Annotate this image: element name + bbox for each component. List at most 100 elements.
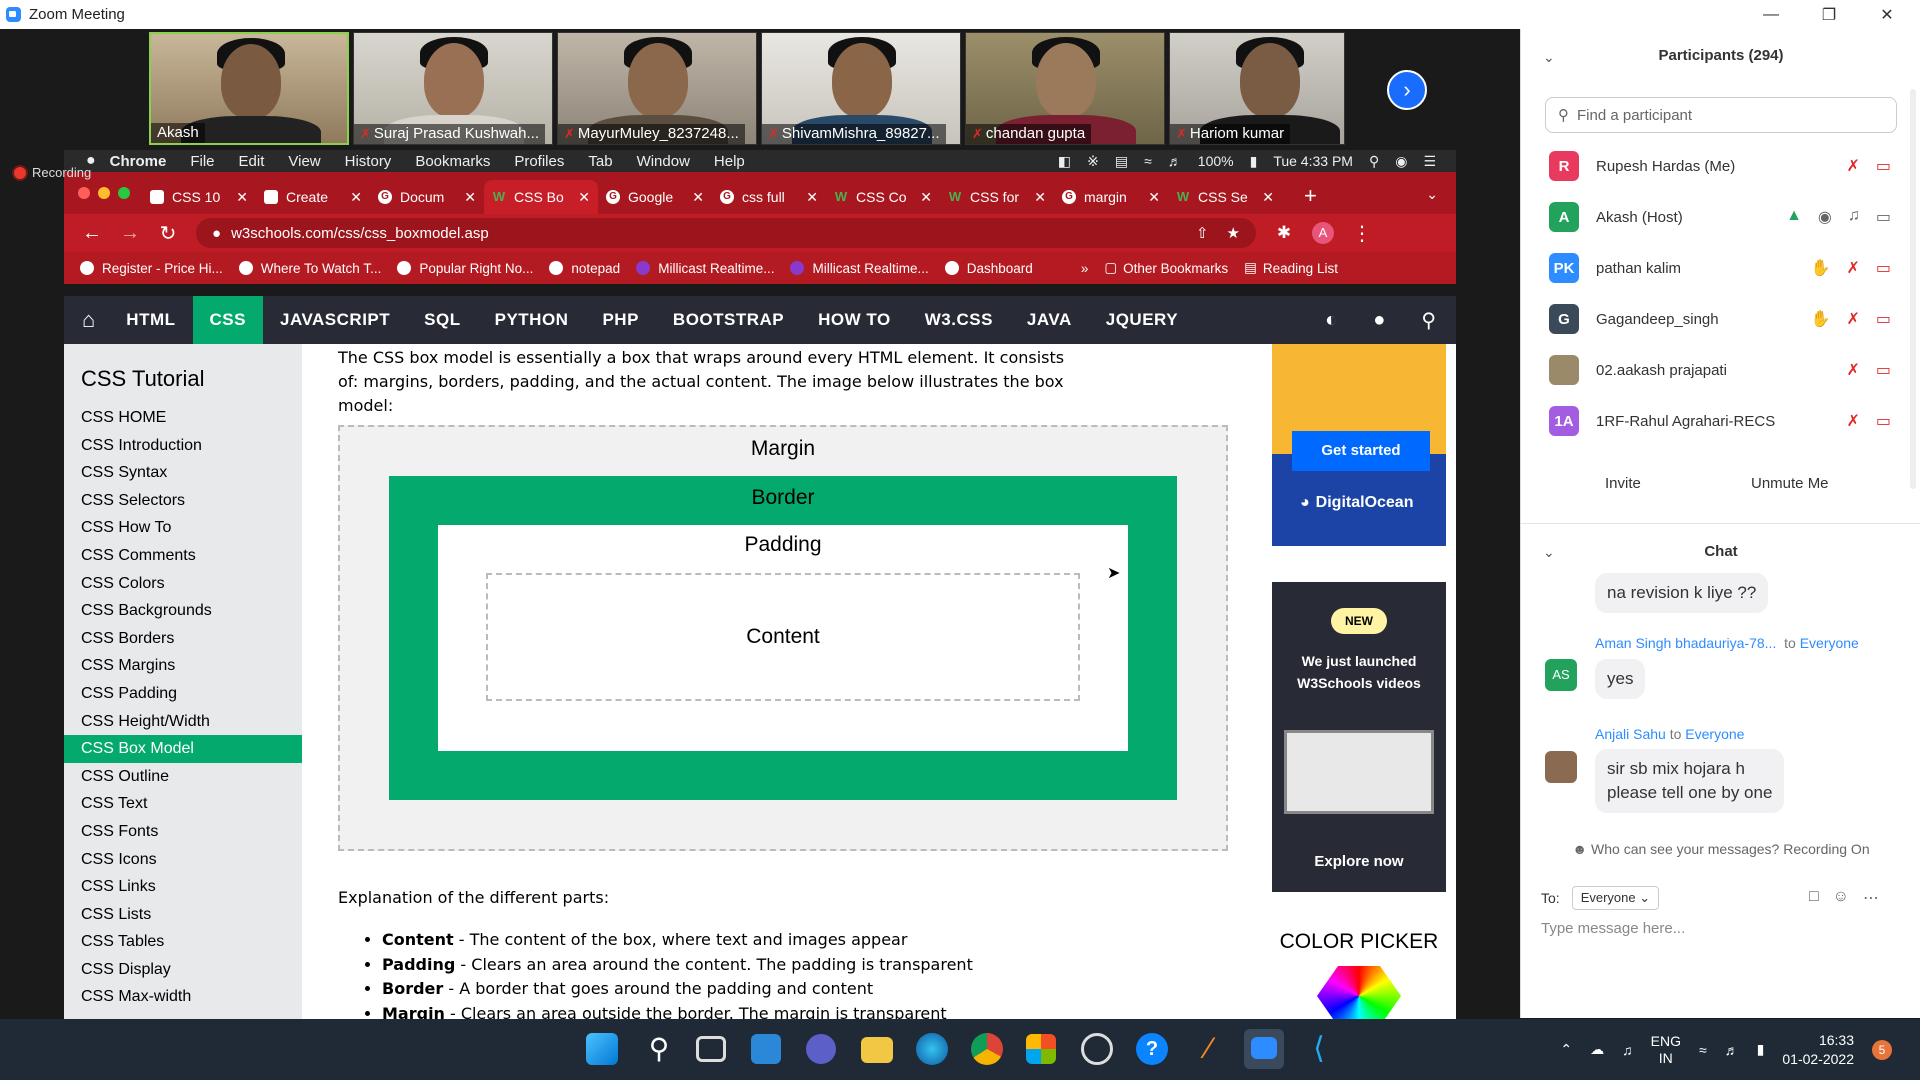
globe-icon[interactable]: ● <box>1373 309 1385 332</box>
browser-tab[interactable]: W CSS Co ✕ <box>826 180 940 214</box>
menu-window[interactable]: Window <box>637 153 690 170</box>
emoji-icon[interactable]: ☺ <box>1833 888 1849 908</box>
tab-close-icon[interactable]: ✕ <box>350 189 362 206</box>
sidebar-item[interactable]: CSS Introduction <box>64 432 302 460</box>
edge-icon[interactable] <box>916 1033 948 1065</box>
spotlight-search-icon[interactable]: ⚲ <box>1369 153 1379 170</box>
nav-html[interactable]: HTML <box>109 296 192 344</box>
minimize-window-button[interactable] <box>98 187 110 199</box>
find-participant-input[interactable]: ⚲ Find a participant <box>1545 97 1897 133</box>
mic-icon[interactable]: ♫ <box>1848 207 1860 227</box>
digitalocean-ad[interactable]: Get started ◕ DigitalOcean <box>1272 344 1446 546</box>
control-center-icon[interactable]: ☰ <box>1423 153 1436 170</box>
volume-icon[interactable]: ♬ <box>1168 153 1182 169</box>
wifi-icon[interactable]: ≈ <box>1699 1042 1707 1058</box>
sidebar-item[interactable]: CSS Selectors <box>64 487 302 515</box>
video-tile[interactable]: ✗ MayurMuley_8237248... <box>557 32 757 145</box>
file-explorer-icon[interactable] <box>861 1037 893 1063</box>
mic-muted-icon[interactable]: ✗ <box>1846 309 1859 329</box>
bookmark-item[interactable]: Where To Watch T... <box>238 261 381 276</box>
menu-history[interactable]: History <box>345 153 392 170</box>
search-icon[interactable]: ⚲ <box>641 1031 677 1067</box>
sidebar-item[interactable]: CSS Borders <box>64 625 302 653</box>
menu-view[interactable]: View <box>288 153 320 170</box>
windows-start-icon[interactable] <box>586 1033 618 1065</box>
video-off-icon[interactable]: ▭ <box>1876 309 1891 329</box>
sidebar-item[interactable]: CSS Syntax <box>64 459 302 487</box>
bookmark-item[interactable]: Dashboard <box>944 261 1033 276</box>
nav-w3css[interactable]: W3.CSS <box>908 296 1010 344</box>
menu-file[interactable]: File <box>190 153 214 170</box>
sidebar-item[interactable]: CSS Colors <box>64 570 302 598</box>
home-icon[interactable]: ⌂ <box>64 307 109 333</box>
tab-close-icon[interactable]: ✕ <box>1148 189 1160 206</box>
video-tile[interactable]: ✗ Suraj Prasad Kushwah... <box>353 32 553 145</box>
bookmark-item[interactable]: Popular Right No... <box>397 261 533 276</box>
participant-row[interactable]: R Rupesh Hardas (Me) ✗ ▭ <box>1521 141 1920 191</box>
chevron-up-icon[interactable]: ⌃ <box>1560 1041 1572 1058</box>
more-bookmarks-button[interactable]: » <box>1081 261 1089 276</box>
color-picker-section[interactable]: COLOR PICKER <box>1272 930 1446 1019</box>
bookmark-item[interactable]: Register - Price Hi... <box>80 261 223 276</box>
nav-javascript[interactable]: JAVASCRIPT <box>263 296 407 344</box>
tab-close-icon[interactable]: ✕ <box>692 189 704 206</box>
menu-help[interactable]: Help <box>714 153 745 170</box>
taskbar-clock[interactable]: 16:33 01-02-2022 <box>1782 1031 1854 1069</box>
more-options-icon[interactable]: ⋯ <box>1863 888 1879 908</box>
browser-tab[interactable]: Gmargin ✕ <box>1054 180 1168 214</box>
browser-tab-active[interactable]: W CSS Bo ✕ <box>484 180 598 214</box>
mic-muted-icon[interactable]: ✗ <box>1846 411 1859 431</box>
tab-close-icon[interactable]: ✕ <box>236 189 248 206</box>
file-icon[interactable]: □ <box>1809 888 1819 908</box>
wifi-icon[interactable]: ≈ <box>1144 153 1152 169</box>
bookmark-item[interactable]: Millicast Realtime... <box>636 261 774 276</box>
language-indicator[interactable]: ENG IN <box>1651 1033 1681 1067</box>
microphone-icon[interactable]: ♫ <box>1622 1042 1633 1058</box>
browser-tab[interactable]: CSS 10 ✕ <box>142 180 256 214</box>
nav-howto[interactable]: HOW TO <box>801 296 908 344</box>
sidebar-item[interactable]: CSS Backgrounds <box>64 597 302 625</box>
back-arrow-icon[interactable]: ← <box>82 222 102 245</box>
unmute-me-button[interactable]: Unmute Me <box>1751 475 1829 492</box>
participant-row[interactable]: G Gagandeep_singh ✋ ✗ ▭ <box>1521 294 1920 344</box>
menu-chrome[interactable]: Chrome <box>110 153 167 170</box>
bookmark-item[interactable]: Millicast Realtime... <box>790 261 929 276</box>
video-off-icon[interactable]: ▭ <box>1876 258 1891 278</box>
chrome-menu-icon[interactable]: ⋮ <box>1352 221 1372 246</box>
sidebar-toggle-icon[interactable]: ◧ <box>1058 153 1071 170</box>
video-tile[interactable]: ✗ Hariom kumar <box>1169 32 1345 145</box>
close-icon[interactable]: ✕ <box>1858 0 1916 29</box>
sidebar-item[interactable]: CSS Height/Width <box>64 708 302 736</box>
nav-java[interactable]: JAVA <box>1010 296 1089 344</box>
chat-message-input[interactable]: Type message here... <box>1541 920 1685 937</box>
video-off-icon[interactable]: ▭ <box>1876 411 1891 431</box>
bluetooth-icon[interactable]: ※ <box>1087 153 1099 170</box>
reload-icon[interactable]: ↻ <box>158 221 178 246</box>
participant-row[interactable]: PK pathan kalim ✋ ✗ ▭ <box>1521 243 1920 293</box>
w3schools-videos-ad[interactable]: NEW We just launched W3Schools videos Exp… <box>1272 582 1446 892</box>
next-videos-button[interactable]: › <box>1387 70 1427 110</box>
other-bookmarks[interactable]: ▢ Other Bookmarks <box>1104 260 1228 276</box>
siri-icon[interactable]: ◉ <box>1395 153 1407 170</box>
app-orange-icon[interactable]: ⁄ <box>1191 1031 1227 1067</box>
tab-close-icon[interactable]: ✕ <box>1262 189 1274 206</box>
explore-now-link[interactable]: Explore now <box>1272 853 1446 870</box>
cloud-icon[interactable]: ☁ <box>1590 1041 1604 1058</box>
bookmark-star-icon[interactable]: ★ <box>1227 224 1240 242</box>
tab-close-icon[interactable]: ✕ <box>578 189 590 206</box>
nav-sql[interactable]: SQL <box>407 296 477 344</box>
video-icon[interactable]: ▭ <box>1876 207 1891 227</box>
video-tile-akash[interactable]: Akash <box>149 32 349 145</box>
zoom-window-button[interactable] <box>118 187 130 199</box>
sidebar-item[interactable]: CSS Fonts <box>64 818 302 846</box>
get-started-button[interactable]: Get started <box>1292 431 1430 471</box>
help-icon[interactable]: ? <box>1136 1033 1168 1065</box>
app-icon[interactable] <box>1081 1033 1113 1065</box>
participant-row[interactable]: 02.aakash prajapati ✗ ▭ <box>1521 345 1920 395</box>
browser-tab[interactable]: W CSS Se ✕ <box>1168 180 1282 214</box>
color-hexagon-icon[interactable] <box>1317 966 1401 1019</box>
who-can-see-notice[interactable]: ☻ Who can see your messages? Recording O… <box>1521 841 1920 857</box>
vscode-icon[interactable]: ⟨ <box>1301 1031 1337 1067</box>
share-icon[interactable]: ⇧ <box>1196 224 1209 242</box>
restore-icon[interactable]: ❐ <box>1800 0 1858 29</box>
